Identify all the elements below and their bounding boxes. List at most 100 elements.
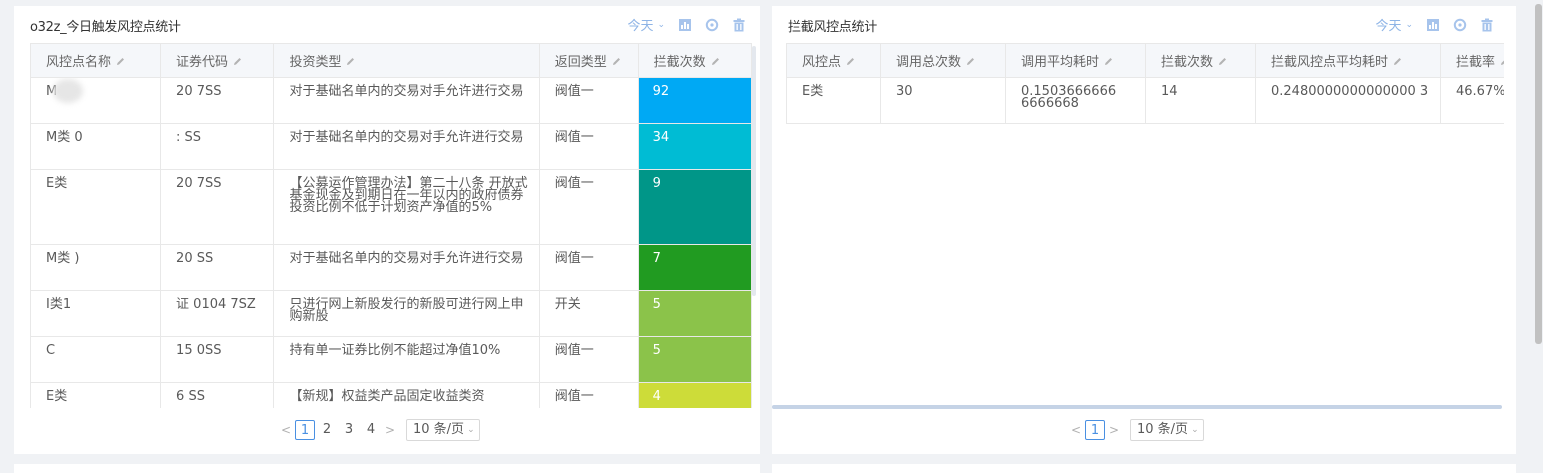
investment-type: 对于基础名单内的交易对手允许进行交易 [273,123,540,170]
risk-point-name: M类 0 [30,123,162,170]
page-4-button[interactable]: 4 [361,420,381,440]
return-type: 阀值一 [538,123,639,170]
risk-point: E类 [786,77,881,124]
page-1-button[interactable]: 1 [295,420,315,440]
column-header[interactable]: 拦截次数 [1145,43,1256,78]
risk-point-name: M类 ) [30,244,162,291]
column-header[interactable]: 风控点 [786,43,881,78]
pagination: < 1 > 10 条/页 ⌄ [1068,419,1204,441]
column-header[interactable]: 投资类型 [273,43,540,78]
security-code: 20 7SS [160,77,275,124]
column-header[interactable]: 证券代码 [160,43,275,78]
table-row[interactable]: C 15 0SS 持有单一证券比例不能超过净值10% 阀值一 5 [30,336,752,383]
risk-point-name: E类 [30,382,162,408]
time-filter-dropdown[interactable]: 今天 ⌄ [1375,15,1413,34]
intercept-count: 92 [637,77,752,124]
table-header-row: 风控点 调用总次数 调用平均耗时 拦截次数 拦截风控点平均耗时 拦截率 [786,43,1504,78]
trash-icon[interactable] [732,18,746,32]
pencil-icon[interactable] [115,56,126,67]
column-header[interactable]: 调用平均耗时 [1005,43,1146,78]
header-tools: 今天 ⌄ [1375,15,1494,34]
intercept-count: 9 [637,169,752,245]
intercept-table-container: 风控点 调用总次数 调用平均耗时 拦截次数 拦截风控点平均耗时 拦截率 E类 3… [786,43,1504,408]
panel-header: o32z_今日触发风控点统计 今天 ⌄ [14,6,760,42]
table-row[interactable]: E类 20 7SS 【公募运作管理办法】第二十八条 开放式基金现金及到期日在一年… [30,169,752,245]
pencil-icon[interactable] [345,56,356,67]
column-header[interactable]: 返回类型 [538,43,639,78]
header-tools: 今天 ⌄ [627,15,746,34]
pencil-icon[interactable] [845,56,856,67]
security-code: 15 0SS [160,336,275,383]
column-header[interactable]: 调用总次数 [880,43,1006,78]
table-horizontal-scrollbar[interactable] [772,405,1502,409]
return-type: 阀值一 [538,77,639,124]
next-panel-edge [772,464,1516,473]
bar-chart-icon[interactable] [1426,18,1440,32]
settings-icon[interactable] [1453,18,1467,32]
table-vertical-scrollbar[interactable] [752,46,756,296]
chevron-down-icon: ⌄ [657,19,665,30]
intercept-count: 5 [637,336,752,383]
chevron-down-icon: ⌄ [1191,425,1199,435]
pencil-icon[interactable] [965,56,976,67]
security-code: 20 7SS [160,169,275,245]
avg-call-time: 0.1503666666 6666668 [1005,77,1146,124]
intercept-table: 风控点 调用总次数 调用平均耗时 拦截次数 拦截风控点平均耗时 拦截率 E类 3… [786,43,1504,124]
page-2-button[interactable]: 2 [317,420,337,440]
table-row[interactable]: E类 30 0.1503666666 6666668 14 0.24800000… [786,77,1504,124]
prev-page-button[interactable]: < [278,423,294,437]
column-header[interactable]: 拦截风控点平均耗时 [1255,43,1441,78]
investment-type: 持有单一证券比例不能超过净值10% [273,336,540,383]
security-code: 证 0104 7SZ [160,290,275,337]
next-page-button[interactable]: > [1106,423,1122,437]
investment-type: 对于基础名单内的交易对手允许进行交易 [273,244,540,291]
investment-type: 只进行网上新股发行的新股可进行网上申购新股 [273,290,540,337]
intercept-avg-time: 0.2480000000000000 3 [1255,77,1441,124]
page-size-select[interactable]: 10 条/页 ⌄ [1130,419,1204,441]
pencil-icon[interactable] [1103,56,1114,67]
security-code: 20 SS [160,244,275,291]
settings-icon[interactable] [705,18,719,32]
table-header-row: 风控点名称 证券代码 投资类型 返回类型 拦截次数 [30,43,752,78]
column-header[interactable]: 拦截率 [1440,43,1504,78]
table-row[interactable]: M类 0 : SS 对于基础名单内的交易对手允许进行交易 阀值一 34 [30,123,752,170]
time-filter-dropdown[interactable]: 今天 ⌄ [627,15,665,34]
intercept-count: 14 [1145,77,1256,124]
return-type: 开关 [538,290,639,337]
return-type: 阀值一 [538,382,639,408]
bar-chart-icon[interactable] [678,18,692,32]
page-size-label: 10 条/页 [413,422,465,437]
risk-point-name: E类 [30,169,162,245]
chevron-down-icon: ⌄ [467,425,475,435]
column-header[interactable]: 风控点名称 [30,43,162,78]
table-row[interactable]: I类1 证 0104 7SZ 只进行网上新股发行的新股可进行网上申购新股 开关 … [30,290,752,337]
trigger-table: 风控点名称 证券代码 投资类型 返回类型 拦截次数 M 20 7SS 对于基础名… [30,43,752,408]
intercept-count: 34 [637,123,752,170]
pencil-icon[interactable] [232,56,243,67]
investment-type: 对于基础名单内的交易对手允许进行交易 [273,77,540,124]
page-3-button[interactable]: 3 [339,420,359,440]
intercept-rate: 46.67% [1440,77,1504,124]
next-panel-edge [14,464,760,473]
page-1-button[interactable]: 1 [1085,420,1105,440]
page-size-select[interactable]: 10 条/页 ⌄ [406,419,480,441]
investment-type: 【新规】权益类产品固定收益类资 [273,382,540,408]
pencil-icon[interactable] [710,56,721,67]
trash-icon[interactable] [1480,18,1494,32]
table-row[interactable]: M 20 7SS 对于基础名单内的交易对手允许进行交易 阀值一 92 [30,77,752,124]
pencil-icon[interactable] [1499,56,1504,67]
risk-trigger-panel: o32z_今日触发风控点统计 今天 ⌄ 风控点名称 证券代码 投资类型 返回类型… [14,6,760,454]
table-row[interactable]: M类 ) 20 SS 对于基础名单内的交易对手允许进行交易 阀值一 7 [30,244,752,291]
security-code: : SS [160,123,275,170]
risk-point-name: M [30,77,162,124]
page-scrollbar-thumb[interactable] [1535,4,1542,344]
pencil-icon[interactable] [1392,56,1403,67]
chevron-down-icon: ⌄ [1405,19,1413,30]
next-page-button[interactable]: > [382,423,398,437]
pencil-icon[interactable] [611,56,622,67]
column-header[interactable]: 拦截次数 [637,43,752,78]
table-row[interactable]: E类 6 SS 【新规】权益类产品固定收益类资 阀值一 4 [30,382,752,408]
pencil-icon[interactable] [1217,56,1228,67]
prev-page-button[interactable]: < [1068,423,1084,437]
total-calls: 30 [880,77,1006,124]
